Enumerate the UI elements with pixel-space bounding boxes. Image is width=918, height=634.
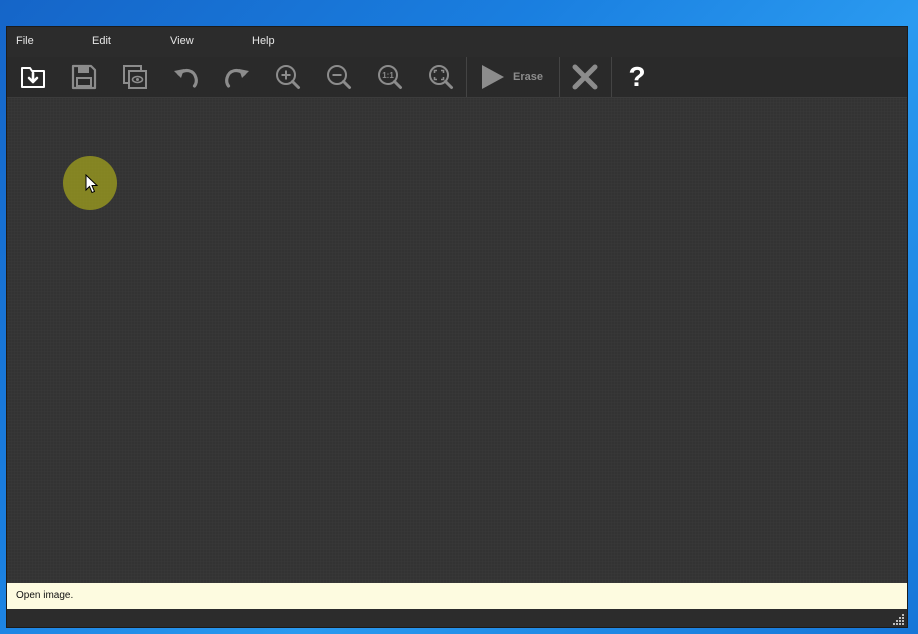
close-icon: [572, 64, 598, 90]
menu-edit[interactable]: Edit: [92, 35, 111, 47]
play-icon: [482, 65, 504, 89]
menu-view[interactable]: View: [170, 35, 194, 47]
zoom-in-button[interactable]: [272, 61, 304, 93]
toolbar: 1:1 Erase ?: [7, 57, 907, 98]
image-canvas[interactable]: [7, 98, 907, 583]
save-button[interactable]: [68, 61, 100, 93]
cancel-button[interactable]: [569, 61, 601, 93]
preview-button[interactable]: [119, 61, 151, 93]
resize-grip-icon[interactable]: [893, 613, 905, 625]
help-button[interactable]: ?: [621, 61, 653, 93]
zoom-actual-size-icon: 1:1: [378, 65, 402, 89]
zoom-out-button[interactable]: [323, 61, 355, 93]
zoom-fit-icon: [429, 65, 453, 89]
app-window: File Edit View Help 1:1 Erase ? Open ima…: [7, 27, 907, 627]
zoom-actual-glyph: 1:1: [382, 71, 394, 80]
redo-icon: [225, 68, 249, 88]
menu-file[interactable]: File: [16, 35, 34, 47]
status-text: Open image.: [16, 590, 74, 601]
erase-label: Erase: [513, 71, 543, 83]
zoom-fit-button[interactable]: [425, 61, 457, 93]
open-button[interactable]: [17, 61, 49, 93]
toolbar-separator: [611, 57, 612, 97]
mouse-cursor-icon: [85, 174, 99, 194]
save-icon: [71, 64, 97, 90]
help-icon: ?: [628, 61, 646, 92]
redo-button[interactable]: [221, 61, 253, 93]
menu-bar: File Edit View Help: [7, 27, 907, 58]
zoom-in-icon: [276, 65, 300, 89]
toolbar-separator: [466, 57, 467, 97]
zoom-actual-size-button[interactable]: 1:1: [374, 61, 406, 93]
preview-icon: [123, 65, 147, 89]
toolbar-separator: [559, 57, 560, 97]
status-bar: Open image.: [7, 583, 907, 609]
open-file-icon: [21, 67, 45, 88]
window-bottom-strip: [7, 609, 907, 627]
menu-help[interactable]: Help: [252, 35, 275, 47]
undo-icon: [174, 68, 198, 88]
undo-button[interactable]: [170, 61, 202, 93]
erase-button[interactable]: Erase: [479, 61, 551, 93]
zoom-out-icon: [327, 65, 351, 89]
